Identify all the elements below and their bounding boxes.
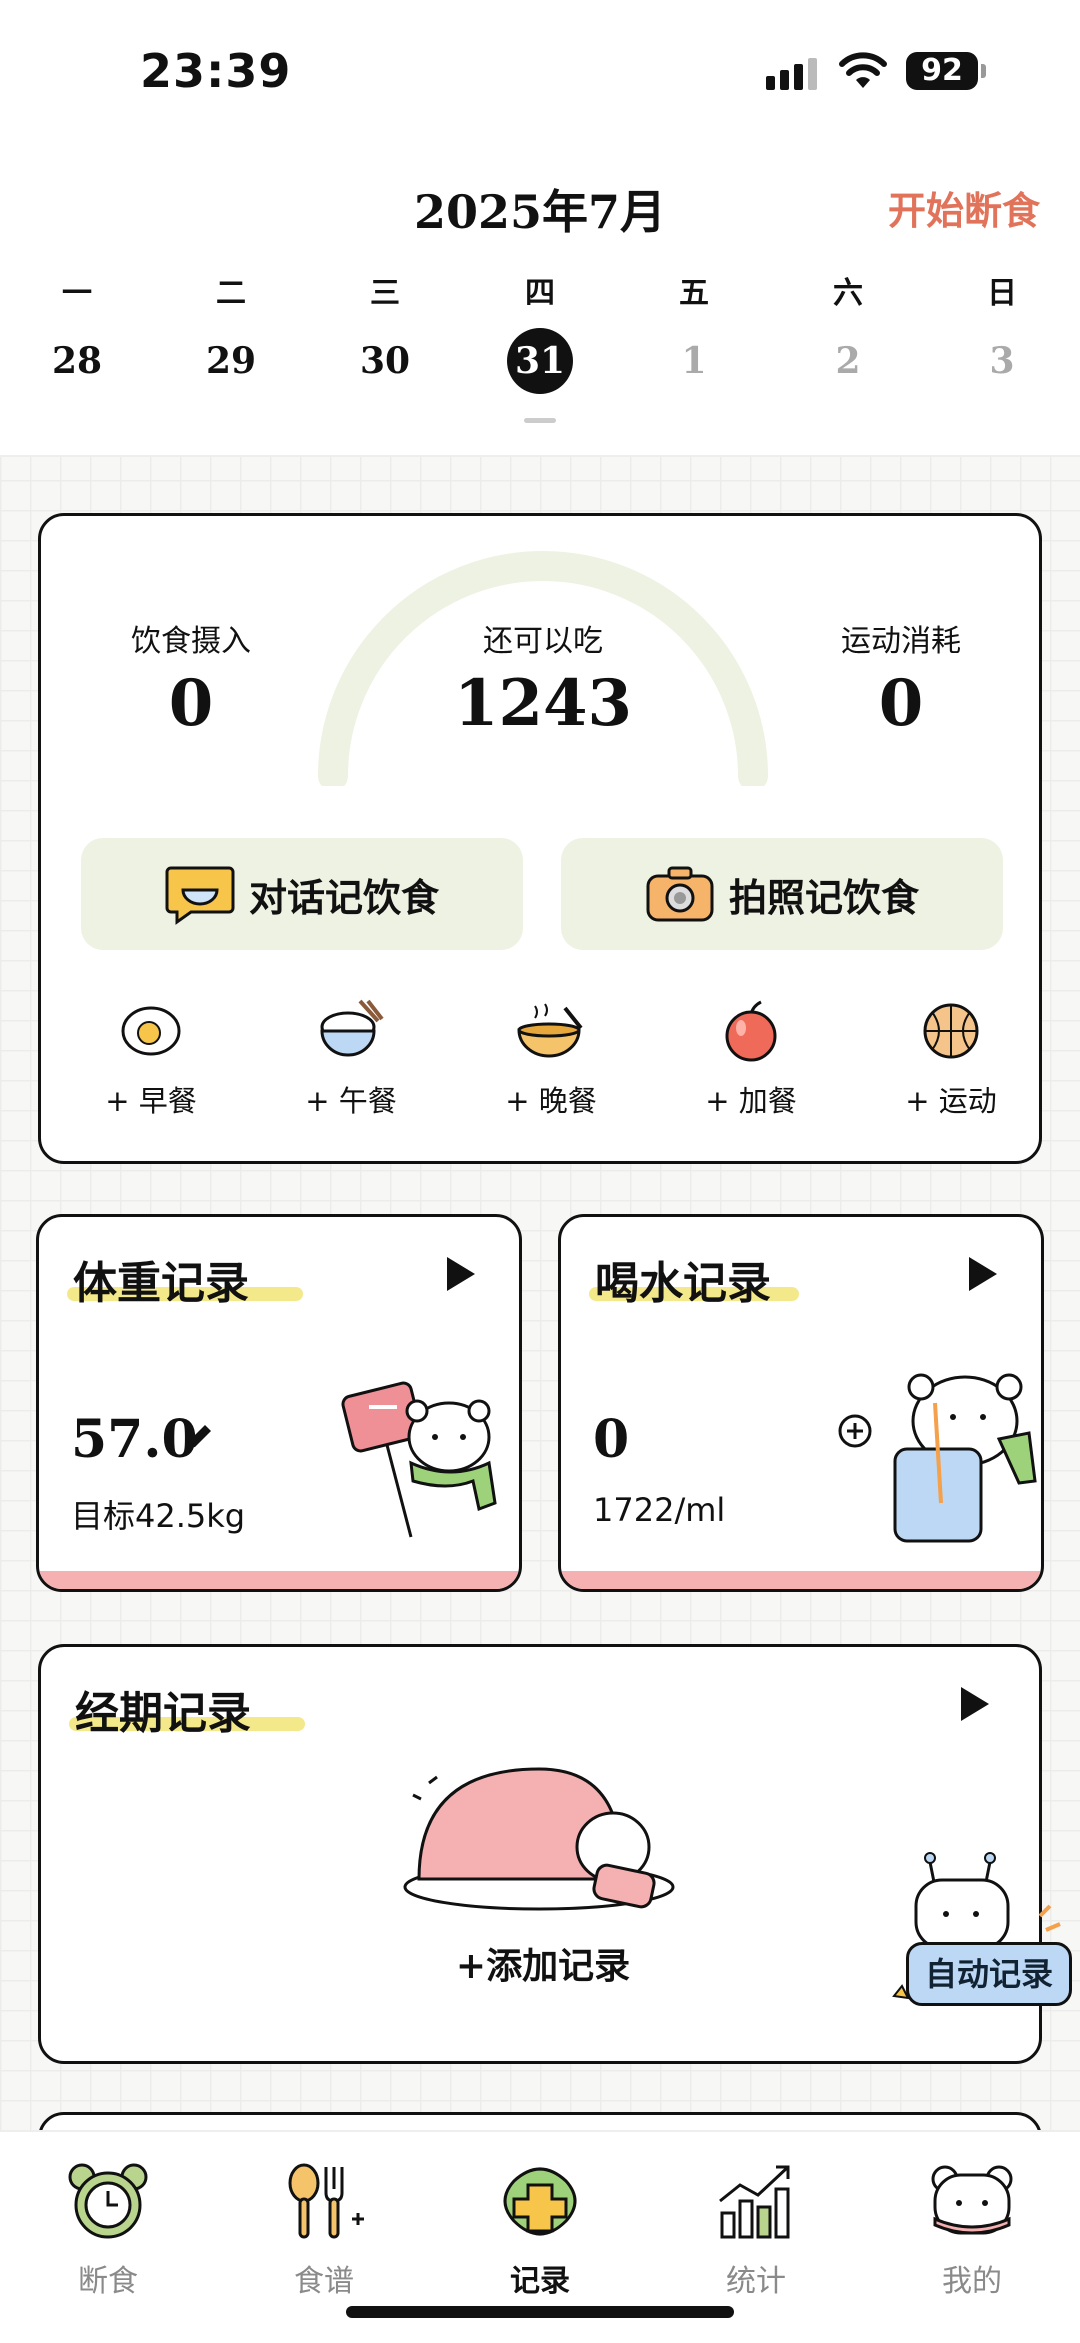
add-water-icon[interactable] xyxy=(837,1413,873,1449)
remaining-value: 1243 xyxy=(453,666,633,741)
status-time: 23:39 xyxy=(140,44,292,98)
weekday-label: 四 xyxy=(525,276,555,311)
weekday-label: 日 xyxy=(987,276,1017,311)
bear-icon xyxy=(931,2165,1013,2235)
basketball-icon xyxy=(923,1003,979,1059)
lunch-label: + 午餐 xyxy=(305,1084,397,1118)
card-base xyxy=(561,1571,1041,1589)
chart-icon xyxy=(719,2165,790,2239)
weekday-label: 二 xyxy=(216,276,246,311)
snack-label: + 加餐 xyxy=(705,1084,797,1118)
add-exercise-button[interactable]: + 运动 xyxy=(881,996,1021,1120)
card-base xyxy=(39,1571,519,1589)
tab-recipes[interactable]: 食谱 xyxy=(254,2156,394,2300)
intake-label: 饮食摄入 xyxy=(131,624,251,659)
weight-card-title: 体重记录 xyxy=(73,1258,249,1309)
burn-value: 0 xyxy=(878,666,924,741)
play-arrow-icon[interactable] xyxy=(447,1257,475,1291)
tab-record[interactable]: 记录 xyxy=(470,2156,610,2300)
home-indicator xyxy=(346,2306,734,2318)
burn-label: 运动消耗 xyxy=(841,624,961,659)
start-fasting-button[interactable]: 开始断食 xyxy=(888,180,1040,235)
tab-profile[interactable]: 我的 xyxy=(902,2156,1042,2300)
add-snack-button[interactable]: + 加餐 xyxy=(681,996,821,1120)
weight-value: 57.0 xyxy=(71,1409,198,1470)
weight-record-card[interactable]: 体重记录 57.0 目标42.5kg xyxy=(36,1214,522,1592)
tab-label: 我的 xyxy=(942,2264,1002,2299)
exercise-label: + 运动 xyxy=(905,1084,997,1118)
status-bar: 23:39 92 xyxy=(0,0,1080,140)
camera-icon xyxy=(646,866,714,922)
tab-label: 记录 xyxy=(510,2264,570,2299)
tab-stats[interactable]: 统计 xyxy=(686,2156,826,2300)
water-record-card[interactable]: 喝水记录 0 1722/ml xyxy=(558,1214,1044,1592)
cellular-signal-icon xyxy=(766,58,817,90)
remaining-label: 还可以吃 xyxy=(483,624,603,659)
weekday-label: 五 xyxy=(679,276,709,311)
intake-value: 0 xyxy=(168,666,214,741)
calendar-header: 2025年7月 开始断食 一 二 三 四 五 六 日 28 29 30 31 1… xyxy=(0,140,1080,457)
tab-label: 食谱 xyxy=(294,2264,354,2299)
pencil-icon[interactable] xyxy=(181,1421,215,1455)
chat-log-food-label: 对话记饮食 xyxy=(248,875,439,920)
apple-icon xyxy=(725,1000,777,1062)
tab-label: 统计 xyxy=(726,2264,786,2299)
calendar-day[interactable]: 30 xyxy=(345,330,425,392)
photo-log-food-button[interactable]: 拍照记饮食 xyxy=(561,838,1003,950)
auto-record-button[interactable]: 自动记录 xyxy=(906,1942,1072,2006)
add-breakfast-button[interactable]: + 早餐 xyxy=(81,996,221,1120)
bear-sleeping-illustration xyxy=(403,1767,675,1911)
water-value: 0 xyxy=(593,1409,630,1470)
chat-bubble-icon xyxy=(165,866,235,925)
photo-log-food-label: 拍照记饮食 xyxy=(728,875,919,920)
play-arrow-icon[interactable] xyxy=(969,1257,997,1291)
breakfast-label: + 早餐 xyxy=(105,1084,197,1118)
calendar-day[interactable]: 1 xyxy=(654,330,734,392)
weight-target: 目标42.5kg xyxy=(71,1497,246,1535)
wifi-icon xyxy=(839,52,887,88)
rice-bowl-icon xyxy=(320,999,384,1057)
calendar-day[interactable]: 2 xyxy=(808,330,888,392)
calorie-gauge xyxy=(318,551,768,786)
calendar-day[interactable]: 3 xyxy=(962,330,1042,392)
egg-icon xyxy=(121,1006,181,1056)
add-lunch-button[interactable]: + 午餐 xyxy=(281,996,421,1120)
play-arrow-icon[interactable] xyxy=(961,1687,989,1721)
tab-fasting[interactable]: 断食 xyxy=(38,2156,178,2300)
add-dinner-button[interactable]: + 晚餐 xyxy=(481,996,621,1120)
battery-indicator: 92 xyxy=(906,52,986,90)
calendar-day[interactable]: 29 xyxy=(191,330,271,392)
spoon-fork-icon xyxy=(288,2163,364,2239)
tab-label: 断食 xyxy=(78,2264,138,2299)
calendar-day[interactable]: 28 xyxy=(37,330,117,392)
water-card-title: 喝水记录 xyxy=(595,1258,771,1309)
soup-bowl-icon xyxy=(517,1003,583,1058)
bear-drink-illustration xyxy=(893,1373,1037,1543)
calorie-summary-card: 饮食摄入 0 还可以吃 1243 运动消耗 0 对话记饮食 拍照记饮食 + 早餐 xyxy=(38,513,1042,1164)
alarm-clock-icon xyxy=(68,2163,148,2239)
dinner-label: + 晚餐 xyxy=(505,1084,597,1118)
bear-scale-illustration xyxy=(341,1381,497,1538)
water-goal: 1722/ml xyxy=(593,1491,726,1529)
weekday-label: 六 xyxy=(833,276,863,311)
plus-icon xyxy=(503,2167,577,2236)
drag-handle[interactable] xyxy=(524,418,556,423)
weekday-label: 一 xyxy=(62,276,92,311)
chat-log-food-button[interactable]: 对话记饮食 xyxy=(81,838,523,950)
period-card-title: 经期记录 xyxy=(75,1688,251,1739)
weekday-label: 三 xyxy=(370,276,400,311)
calendar-day-selected[interactable]: 31 xyxy=(507,328,573,394)
